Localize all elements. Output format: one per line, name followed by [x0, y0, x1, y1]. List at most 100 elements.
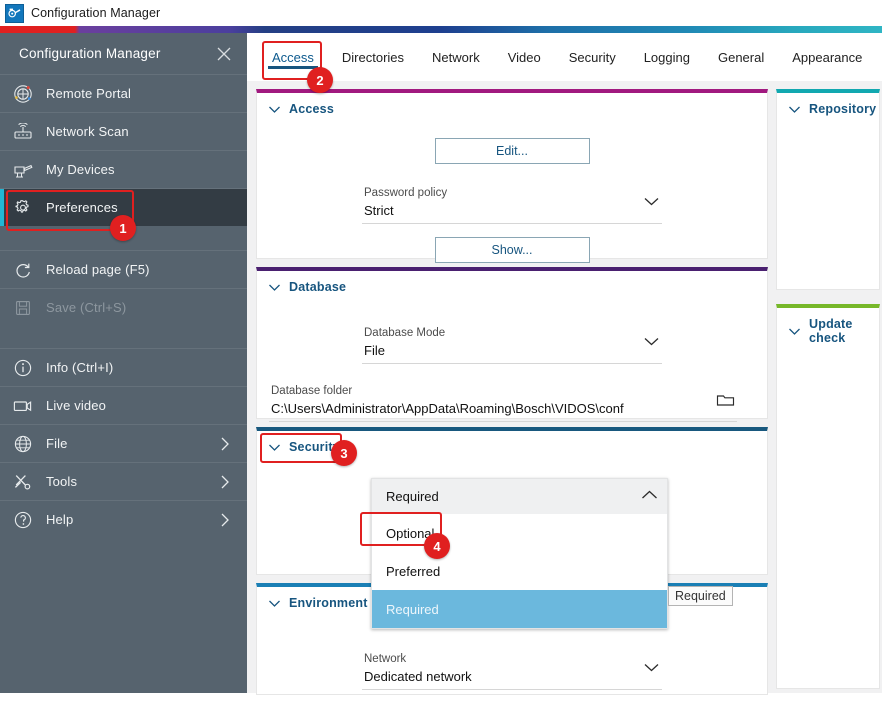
database-folder-field[interactable]: Database folder C:\Users\Administrator\A…	[269, 378, 737, 422]
sidebar-item-network-scan[interactable]: Network Scan	[0, 112, 247, 150]
sidebar-item-info[interactable]: Info (Ctrl+I)	[0, 348, 247, 386]
sidebar-item-remote-portal[interactable]: Remote Portal	[0, 74, 247, 112]
settings-right-column: Repository Update check	[776, 89, 880, 693]
sidebar-spacer	[0, 326, 247, 348]
question-icon	[8, 509, 38, 531]
camera-icon	[8, 159, 38, 181]
sidebar-title: Configuration Manager	[19, 46, 211, 61]
tab-network[interactable]: Network	[418, 33, 494, 64]
tab-logging[interactable]: Logging	[630, 33, 704, 64]
dropdown-option-preferred[interactable]: Preferred	[372, 552, 667, 590]
chevron-right-icon	[217, 436, 233, 452]
sidebar-item-my-devices[interactable]: My Devices	[0, 150, 247, 188]
tab-video[interactable]: Video	[494, 33, 555, 64]
sidebar-item-label: Save (Ctrl+S)	[46, 300, 233, 315]
chevron-down-icon	[268, 283, 281, 292]
edit-button[interactable]: Edit...	[435, 138, 590, 164]
window-title: Configuration Manager	[31, 6, 160, 20]
chevron-down-icon[interactable]	[642, 333, 660, 351]
section-update-check-header[interactable]: Update check	[777, 308, 879, 349]
section-repository: Repository	[776, 89, 880, 290]
password-policy-label: Password policy	[364, 186, 636, 201]
tab-bar: Access Directories Network Video Securit…	[247, 33, 882, 82]
sidebar-header: Configuration Manager	[0, 33, 247, 74]
sidebar-item-help[interactable]: Help	[0, 500, 247, 538]
database-mode-label: Database Mode	[364, 326, 636, 341]
dropdown-selected-display[interactable]: Required	[371, 478, 668, 514]
sidebar-item-reload-page[interactable]: Reload page (F5)	[0, 250, 247, 288]
sidebar-item-label: Remote Portal	[46, 86, 233, 101]
database-folder-label: Database folder	[271, 384, 711, 399]
annotation-badge-3: 3	[331, 440, 357, 466]
database-mode-value: File	[364, 341, 636, 360]
video-icon	[8, 395, 38, 417]
sidebar-item-label: Preferences	[46, 200, 233, 215]
annotation-badge-4: 4	[424, 533, 450, 559]
router-scan-icon	[8, 121, 38, 143]
database-folder-value: C:\Users\Administrator\AppData\Roaming\B…	[271, 399, 711, 418]
chevron-up-icon[interactable]	[640, 488, 659, 506]
dropdown-option-required[interactable]: Required	[372, 590, 667, 628]
section-environment-title: Environment	[289, 596, 368, 610]
chevron-down-icon	[268, 599, 281, 608]
network-field[interactable]: Network Dedicated network	[362, 646, 662, 690]
network-label: Network	[364, 652, 636, 667]
sidebar-item-label: Info (Ctrl+I)	[46, 360, 233, 375]
sidebar-item-live-video[interactable]: Live video	[0, 386, 247, 424]
section-update-check-title: Update check	[809, 317, 879, 345]
sidebar: Configuration Manager Remote Portal	[0, 33, 247, 693]
section-database-body: Database Mode File Database folder C:\Us…	[257, 298, 767, 436]
chevron-right-icon	[217, 474, 233, 490]
dropdown-options-list: Optional Preferred Required	[371, 514, 668, 629]
globe-target-icon	[8, 83, 38, 105]
tab-security[interactable]: Security	[555, 33, 630, 64]
sidebar-item-label: Help	[46, 512, 217, 527]
info-icon	[8, 357, 38, 379]
chevron-down-icon	[788, 105, 801, 114]
password-policy-value: Strict	[364, 201, 636, 220]
chevron-down-icon	[268, 105, 281, 114]
tab-directories[interactable]: Directories	[328, 33, 418, 64]
section-access: Access Edit... Password policy Strict Sh…	[256, 89, 768, 259]
section-repository-header[interactable]: Repository	[777, 93, 879, 120]
tab-access[interactable]: Access	[258, 33, 328, 64]
annotation-badge-2: 2	[307, 67, 333, 93]
sidebar-item-file[interactable]: File	[0, 424, 247, 462]
chevron-down-icon[interactable]	[642, 193, 660, 211]
tab-general[interactable]: General	[704, 33, 778, 64]
database-mode-field[interactable]: Database Mode File	[362, 320, 662, 364]
dropdown-selected-value: Required	[386, 489, 640, 504]
tooltip-required: Required	[668, 586, 733, 606]
tools-icon	[8, 471, 38, 493]
chevron-down-icon	[268, 443, 281, 452]
window-title-bar: Configuration Manager	[0, 0, 882, 27]
sidebar-item-label: Tools	[46, 474, 217, 489]
section-access-title: Access	[289, 102, 334, 116]
section-access-body: Edit... Password policy Strict Show...	[257, 120, 767, 277]
reload-icon	[8, 259, 38, 281]
folder-icon[interactable]	[715, 391, 735, 409]
close-icon[interactable]	[211, 41, 237, 67]
password-policy-field[interactable]: Password policy Strict	[362, 180, 662, 224]
tab-appearance[interactable]: Appearance	[778, 33, 876, 64]
section-database: Database Database Mode File Database fol…	[256, 267, 768, 419]
annotation-badge-1: 1	[110, 215, 136, 241]
globe-icon	[8, 433, 38, 455]
gear-icon	[8, 197, 38, 219]
app-icon	[5, 4, 24, 23]
sidebar-item-save[interactable]: Save (Ctrl+S)	[0, 288, 247, 326]
dropdown-option-optional[interactable]: Optional	[372, 514, 667, 552]
section-update-check: Update check	[776, 304, 880, 689]
sidebar-item-label: Network Scan	[46, 124, 233, 139]
section-database-header[interactable]: Database	[257, 271, 767, 298]
chevron-down-icon[interactable]	[642, 659, 660, 677]
sidebar-item-label: Reload page (F5)	[46, 262, 233, 277]
security-protocol-dropdown[interactable]: Required Optional Preferred Required	[371, 478, 668, 629]
show-button[interactable]: Show...	[435, 237, 590, 263]
sidebar-item-tools[interactable]: Tools	[0, 462, 247, 500]
brand-accent-strip	[0, 26, 882, 33]
section-access-header[interactable]: Access	[257, 93, 767, 120]
section-repository-title: Repository	[809, 102, 876, 116]
chevron-down-icon	[788, 327, 801, 336]
sidebar-item-label: Live video	[46, 398, 233, 413]
